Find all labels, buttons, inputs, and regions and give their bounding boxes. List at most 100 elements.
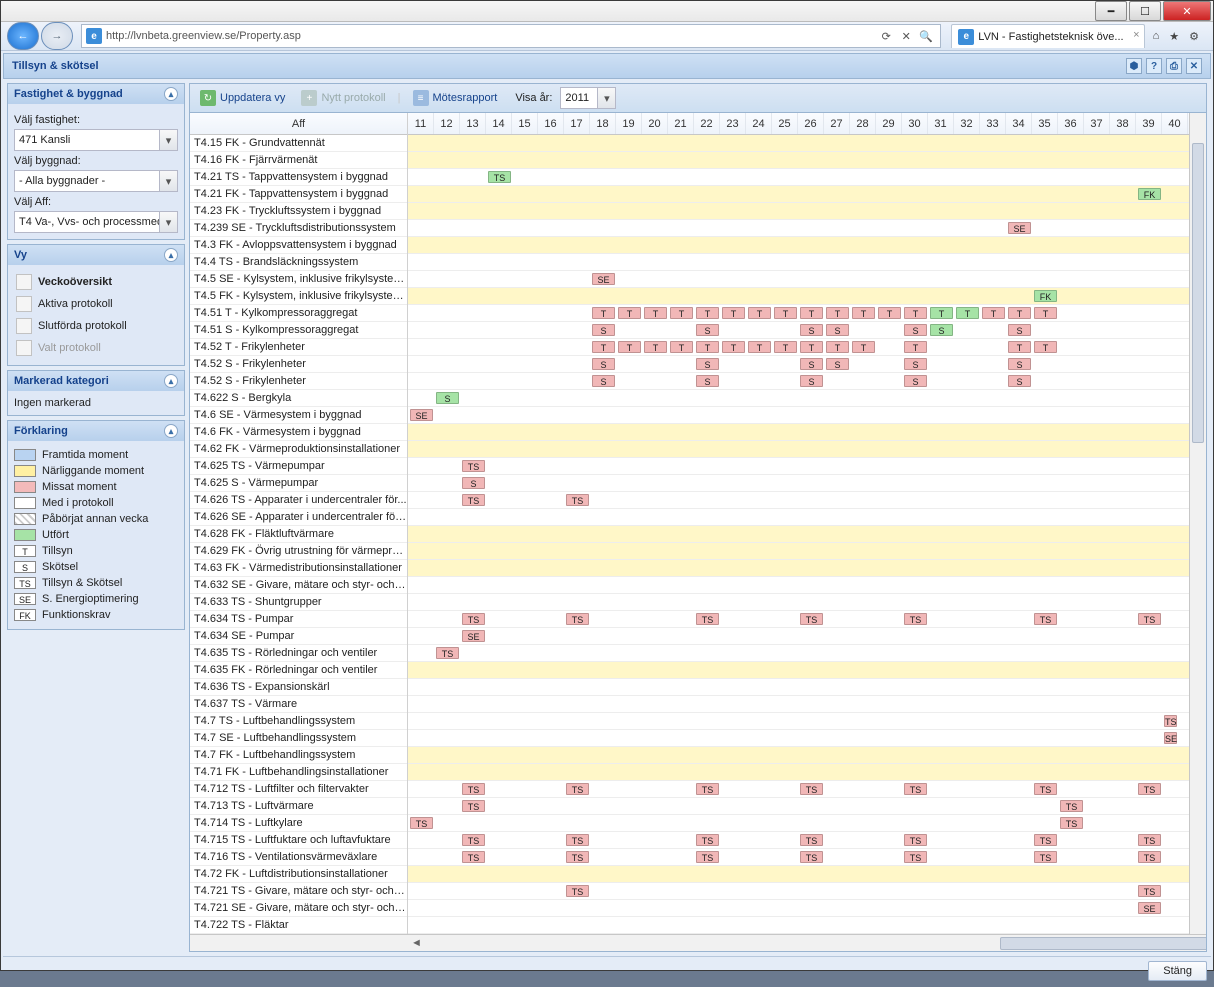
aff-row-label[interactable]: T4.625 S - Värmepumpar <box>190 475 407 492</box>
vy-item[interactable]: Slutförda protokoll <box>14 315 178 337</box>
aff-row-label[interactable]: T4.635 FK - Rörledningar och ventiler <box>190 662 407 679</box>
select-year[interactable]: 2011 <box>560 87 616 109</box>
aff-row-label[interactable]: T4.714 TS - Luftkylare <box>190 815 407 832</box>
vertical-scrollbar[interactable] <box>1189 113 1206 934</box>
schedule-item[interactable]: S <box>904 375 927 387</box>
schedule-item[interactable]: T <box>618 307 641 319</box>
schedule-item[interactable]: T <box>930 307 953 319</box>
panel-close-icon[interactable]: ✕ <box>1186 58 1202 74</box>
aff-row-label[interactable]: T4.716 TS - Ventilationsvärmeväxlare <box>190 849 407 866</box>
schedule-item[interactable]: TS <box>904 613 927 625</box>
aff-row-label[interactable]: T4.6 SE - Värmesystem i byggnad <box>190 407 407 424</box>
week-header-cell[interactable]: 31 <box>928 113 954 134</box>
schedule-item[interactable]: TS <box>904 783 927 795</box>
week-header-cell[interactable]: 21 <box>668 113 694 134</box>
schedule-item[interactable]: T <box>670 307 693 319</box>
week-header-cell[interactable]: 39 <box>1136 113 1162 134</box>
vy-item[interactable]: Aktiva protokoll <box>14 293 178 315</box>
week-header-cell[interactable]: 13 <box>460 113 486 134</box>
schedule-item[interactable]: S <box>800 358 823 370</box>
collapse-icon[interactable]: ▴ <box>164 87 178 101</box>
schedule-item[interactable]: TS <box>800 783 823 795</box>
schedule-item[interactable]: TS <box>800 851 823 863</box>
horizontal-scrollbar[interactable]: ◄ ► <box>190 934 1206 951</box>
aff-row-label[interactable]: T4.634 TS - Pumpar <box>190 611 407 628</box>
aff-row-label[interactable]: T4.15 FK - Grundvattennät <box>190 135 407 152</box>
select-byggnad[interactable]: - Alla byggnader - <box>14 170 178 192</box>
aff-row-label[interactable]: T4.6 FK - Värmesystem i byggnad <box>190 424 407 441</box>
schedule-item[interactable]: TS <box>462 783 485 795</box>
schedule-item[interactable]: T <box>696 307 719 319</box>
schedule-item[interactable]: SE <box>1138 902 1161 914</box>
aff-row-label[interactable]: T4.16 FK - Fjärrvärmenät <box>190 152 407 169</box>
aff-row-label[interactable]: T4.721 SE - Givare, mätare och styr- och… <box>190 900 407 917</box>
week-header-cell[interactable]: 18 <box>590 113 616 134</box>
aff-row-label[interactable]: T4.635 TS - Rörledningar och ventiler <box>190 645 407 662</box>
schedule-item[interactable]: T <box>904 307 927 319</box>
aff-row-label[interactable]: T4.3 FK - Avloppsvattensystem i byggnad <box>190 237 407 254</box>
schedule-item[interactable]: T <box>800 341 823 353</box>
select-fastighet[interactable]: 471 Kansli <box>14 129 178 151</box>
week-header-cell[interactable]: 23 <box>720 113 746 134</box>
collapse-icon[interactable]: ▴ <box>164 374 178 388</box>
tools-icon[interactable]: ⚙ <box>1189 30 1199 43</box>
schedule-item[interactable]: T <box>670 341 693 353</box>
aff-row-label[interactable]: T4.722 TS - Fläktar <box>190 917 407 934</box>
schedule-item[interactable]: TS <box>1060 800 1083 812</box>
aff-row-label[interactable]: T4.51 S - Kylkompressoraggregat <box>190 322 407 339</box>
schedule-item[interactable]: T <box>774 307 797 319</box>
schedule-item[interactable]: TS <box>1164 715 1177 727</box>
schedule-item[interactable]: SE <box>462 630 485 642</box>
schedule-item[interactable]: S <box>826 358 849 370</box>
aff-row-label[interactable]: T4.633 TS - Shuntgrupper <box>190 594 407 611</box>
aff-row-label[interactable]: T4.721 TS - Givare, mätare och styr- och… <box>190 883 407 900</box>
schedule-item[interactable]: T <box>1034 307 1057 319</box>
collapse-icon[interactable]: ▴ <box>164 424 178 438</box>
schedule-item[interactable]: FK <box>1138 188 1161 200</box>
window-close-button[interactable]: ✕ <box>1163 1 1211 21</box>
week-header-cell[interactable]: 37 <box>1084 113 1110 134</box>
schedule-item[interactable]: TS <box>696 613 719 625</box>
aff-row-label[interactable]: T4.23 FK - Tryckluftssystem i byggnad <box>190 203 407 220</box>
schedule-item[interactable]: TS <box>904 851 927 863</box>
week-header-cell[interactable]: 27 <box>824 113 850 134</box>
schedule-item[interactable]: T <box>774 341 797 353</box>
schedule-item[interactable]: T <box>618 341 641 353</box>
schedule-item[interactable]: T <box>1008 307 1031 319</box>
schedule-item[interactable]: S <box>800 324 823 336</box>
schedule-item[interactable]: S <box>592 324 615 336</box>
aff-row-label[interactable]: T4.72 FK - Luftdistributionsinstallation… <box>190 866 407 883</box>
schedule-item[interactable]: TS <box>1138 783 1161 795</box>
schedule-item[interactable]: TS <box>566 834 589 846</box>
report-button[interactable]: ≡Mötesrapport <box>409 88 502 108</box>
schedule-item[interactable]: TS <box>1060 817 1083 829</box>
schedule-item[interactable]: T <box>800 307 823 319</box>
week-header-cell[interactable]: 30 <box>902 113 928 134</box>
week-header-cell[interactable]: 36 <box>1058 113 1084 134</box>
week-header-cell[interactable]: 29 <box>876 113 902 134</box>
schedule-item[interactable]: T <box>644 307 667 319</box>
schedule-item[interactable]: TS <box>800 834 823 846</box>
schedule-item[interactable]: T <box>852 307 875 319</box>
aff-row-label[interactable]: T4.713 TS - Luftvärmare <box>190 798 407 815</box>
nav-back-button[interactable]: ← <box>7 22 39 50</box>
nav-forward-button[interactable]: → <box>41 22 73 50</box>
schedule-item[interactable]: T <box>826 341 849 353</box>
schedule-item[interactable]: TS <box>488 171 511 183</box>
schedule-item[interactable]: S <box>1008 375 1031 387</box>
schedule-item[interactable]: SE <box>592 273 615 285</box>
schedule-item[interactable]: TS <box>462 834 485 846</box>
schedule-item[interactable]: TS <box>696 851 719 863</box>
week-header-cell[interactable]: 20 <box>642 113 668 134</box>
schedule-item[interactable]: S <box>800 375 823 387</box>
aff-row-label[interactable]: T4.7 SE - Luftbehandlingssystem <box>190 730 407 747</box>
select-aff[interactable]: T4 Va-, Vvs- och processmediesystem <box>14 211 178 233</box>
close-button[interactable]: Stäng <box>1148 961 1207 981</box>
schedule-item[interactable]: T <box>878 307 901 319</box>
browser-tab[interactable]: e LVN - Fastighetsteknisk öve... × <box>951 24 1144 48</box>
schedule-item[interactable]: TS <box>1034 851 1057 863</box>
aff-row-label[interactable]: T4.628 FK - Fläktluftvärmare <box>190 526 407 543</box>
collapse-icon[interactable]: ▴ <box>164 248 178 262</box>
schedule-item[interactable]: TS <box>462 851 485 863</box>
schedule-item[interactable]: TS <box>1034 834 1057 846</box>
